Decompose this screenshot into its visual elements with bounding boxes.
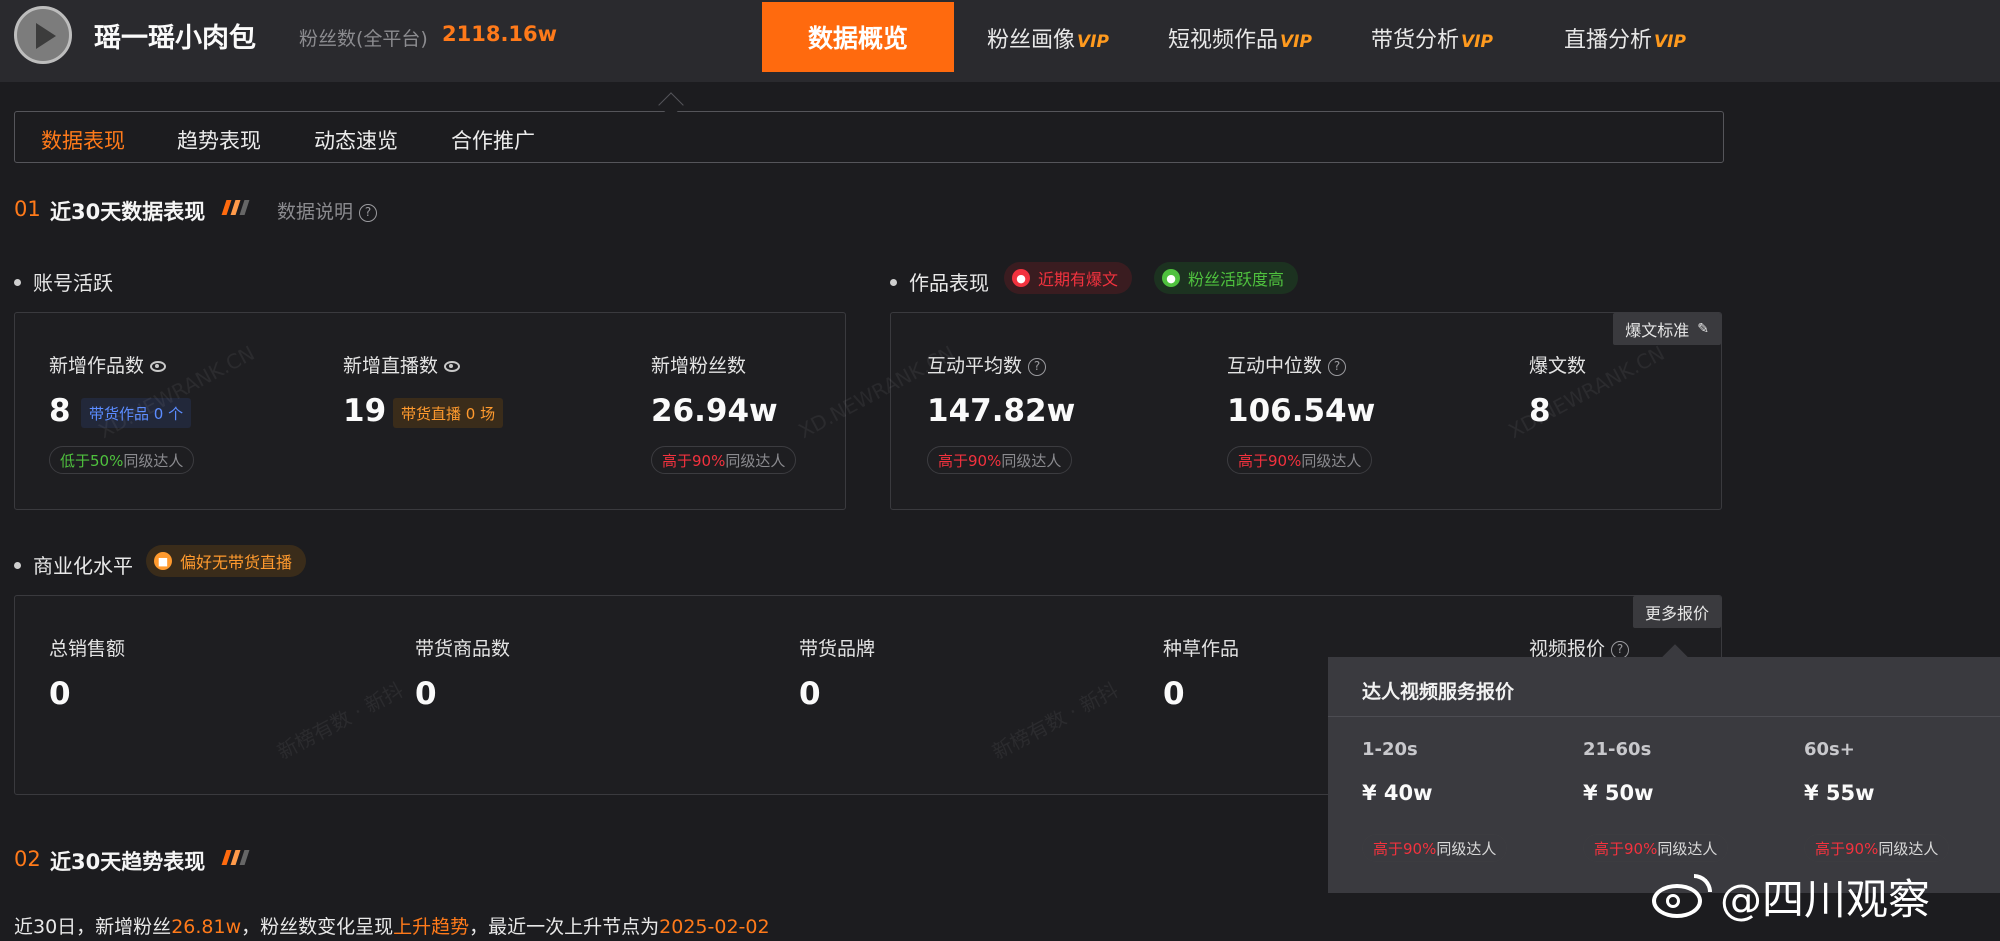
divider [1328, 716, 2000, 717]
account-name: 瑶一瑶小肉包 [94, 23, 256, 54]
works-performance-panel: 爆文标准 ✎ 互动平均数? 147.82w 高于90% 同级达人 互动中位数? 10… [890, 312, 1722, 510]
sales-live-chip: 带货直播 0 场 [393, 398, 504, 428]
fans-label: 粉丝数(全平台) [299, 28, 428, 50]
tab-dynamics[interactable]: 动态速览 [314, 125, 398, 155]
metric-label: 爆文数 [1529, 355, 1587, 377]
duration-range: 60s+ [1804, 739, 1855, 760]
metric-value: 0 [1163, 676, 1185, 712]
duration-range: 21-60s [1583, 739, 1652, 760]
data-explain-link[interactable]: 数据说明? [277, 197, 378, 224]
viral-standard-button[interactable]: 爆文标准 ✎ [1613, 313, 1721, 345]
question-icon: ? [1611, 640, 1630, 659]
metric-value: 19 [343, 393, 387, 429]
popover-title: 达人视频服务报价 [1362, 681, 1515, 703]
user-icon: ● [1162, 269, 1180, 287]
metric-value: 0 [49, 676, 71, 712]
quote-price: ¥ 40w [1362, 781, 1433, 805]
question-icon[interactable]: ? [1028, 357, 1047, 376]
metric-value: 0 [415, 676, 437, 712]
eye-icon[interactable] [150, 361, 167, 372]
nav-short-videos[interactable]: 短视频作品 VIP [1168, 22, 1312, 54]
peer-comparison: 高于90% 同级达人 [927, 446, 1073, 474]
section-ticks [221, 850, 250, 865]
commerce-level-title: 商业化水平 [14, 550, 133, 579]
metric-value: 106.54w [1227, 393, 1376, 429]
quote-price: ¥ 50w [1583, 781, 1654, 805]
weibo-watermark: @四川观察 [1650, 866, 1930, 927]
more-quotes-button[interactable]: 更多报价 [1632, 596, 1721, 628]
metric-label: 总销售额 [49, 638, 126, 660]
metric-label: 带货商品数 [415, 638, 511, 660]
metric-label: 新增直播数 [343, 351, 461, 378]
flame-icon: ● [1012, 269, 1030, 287]
tab-trend[interactable]: 趋势表现 [177, 125, 261, 155]
metric-label: 带货品牌 [799, 638, 876, 660]
metric-label: 互动中位数? [1227, 351, 1347, 378]
metric-label: 种草作品 [1163, 638, 1240, 660]
section-title: 近30天数据表现 [50, 200, 206, 224]
trend-summary: 近30日，新增粉丝26.81w，粉丝数变化呈现上升趋势，最近一次上升节点为202… [14, 916, 770, 938]
peer-comparison: 高于90% 同级达人 [1362, 834, 1508, 862]
vip-badge: VIP [1280, 32, 1312, 52]
nav-data-overview[interactable]: 数据概览 [762, 2, 954, 72]
vip-badge: VIP [1654, 32, 1686, 52]
peer-comparison: 高于90% 同级达人 [1804, 834, 1950, 862]
section-title: 近30天趋势表现 [50, 850, 206, 874]
weibo-icon [1650, 873, 1712, 920]
metric-value: 8 [49, 393, 71, 429]
peer-comparison: 高于90% 同级达人 [651, 446, 797, 474]
viral-tag: ● 近期有爆文 [1004, 262, 1133, 294]
metric-label: 新增粉丝数 [651, 355, 747, 377]
edit-icon: ✎ [1697, 321, 1709, 337]
eye-icon[interactable] [444, 361, 461, 372]
vip-badge: VIP [1077, 32, 1109, 52]
nav-fan-profile[interactable]: 粉丝画像 VIP [987, 22, 1109, 54]
quote-price: ¥ 55w [1804, 781, 1875, 805]
play-icon [36, 23, 56, 49]
duration-range: 1-20s [1362, 739, 1418, 760]
nav-live-analysis[interactable]: 直播分析 VIP [1564, 22, 1686, 54]
fan-active-tag: ● 粉丝活跃度高 [1154, 262, 1299, 294]
section-ticks [221, 200, 250, 215]
tab-data-performance[interactable]: 数据表现 [41, 125, 125, 155]
section-number: 01 [14, 197, 41, 221]
section-number: 02 [14, 847, 41, 871]
works-performance-title: 作品表现 [890, 267, 989, 296]
avatar[interactable] [14, 6, 72, 64]
no-sales-live-tag: ■ 偏好无带货直播 [146, 545, 307, 577]
peer-comparison: 高于90% 同级达人 [1227, 446, 1373, 474]
metric-value: 0 [799, 676, 821, 712]
fans-value: 2118.16w [442, 22, 558, 46]
sub-tabs: 数据表现 趋势表现 动态速览 合作推广 [14, 111, 1724, 163]
metric-label: 新增作品数 [49, 351, 167, 378]
metric-value: 26.94w [651, 393, 778, 429]
bag-icon: ■ [154, 552, 172, 570]
question-icon: ? [359, 203, 378, 222]
metric-value: 147.82w [927, 393, 1076, 429]
peer-comparison: 低于50% 同级达人 [49, 446, 195, 474]
peer-comparison: 高于90% 同级达人 [1583, 834, 1729, 862]
tab-cooperation[interactable]: 合作推广 [451, 125, 535, 155]
nav-sales-analysis[interactable]: 带货分析 VIP [1371, 22, 1493, 54]
account-activity-title: 账号活跃 [14, 267, 113, 296]
vip-badge: VIP [1461, 32, 1493, 52]
video-quote-popover: 达人视频服务报价 1-20s ¥ 40w 高于90% 同级达人 21-60s ¥ … [1328, 657, 2000, 893]
top-header: 瑶一瑶小肉包 粉丝数(全平台) 2118.16w 数据概览 粉丝画像 VIP 短视… [0, 0, 2000, 82]
question-icon[interactable]: ? [1328, 357, 1347, 376]
